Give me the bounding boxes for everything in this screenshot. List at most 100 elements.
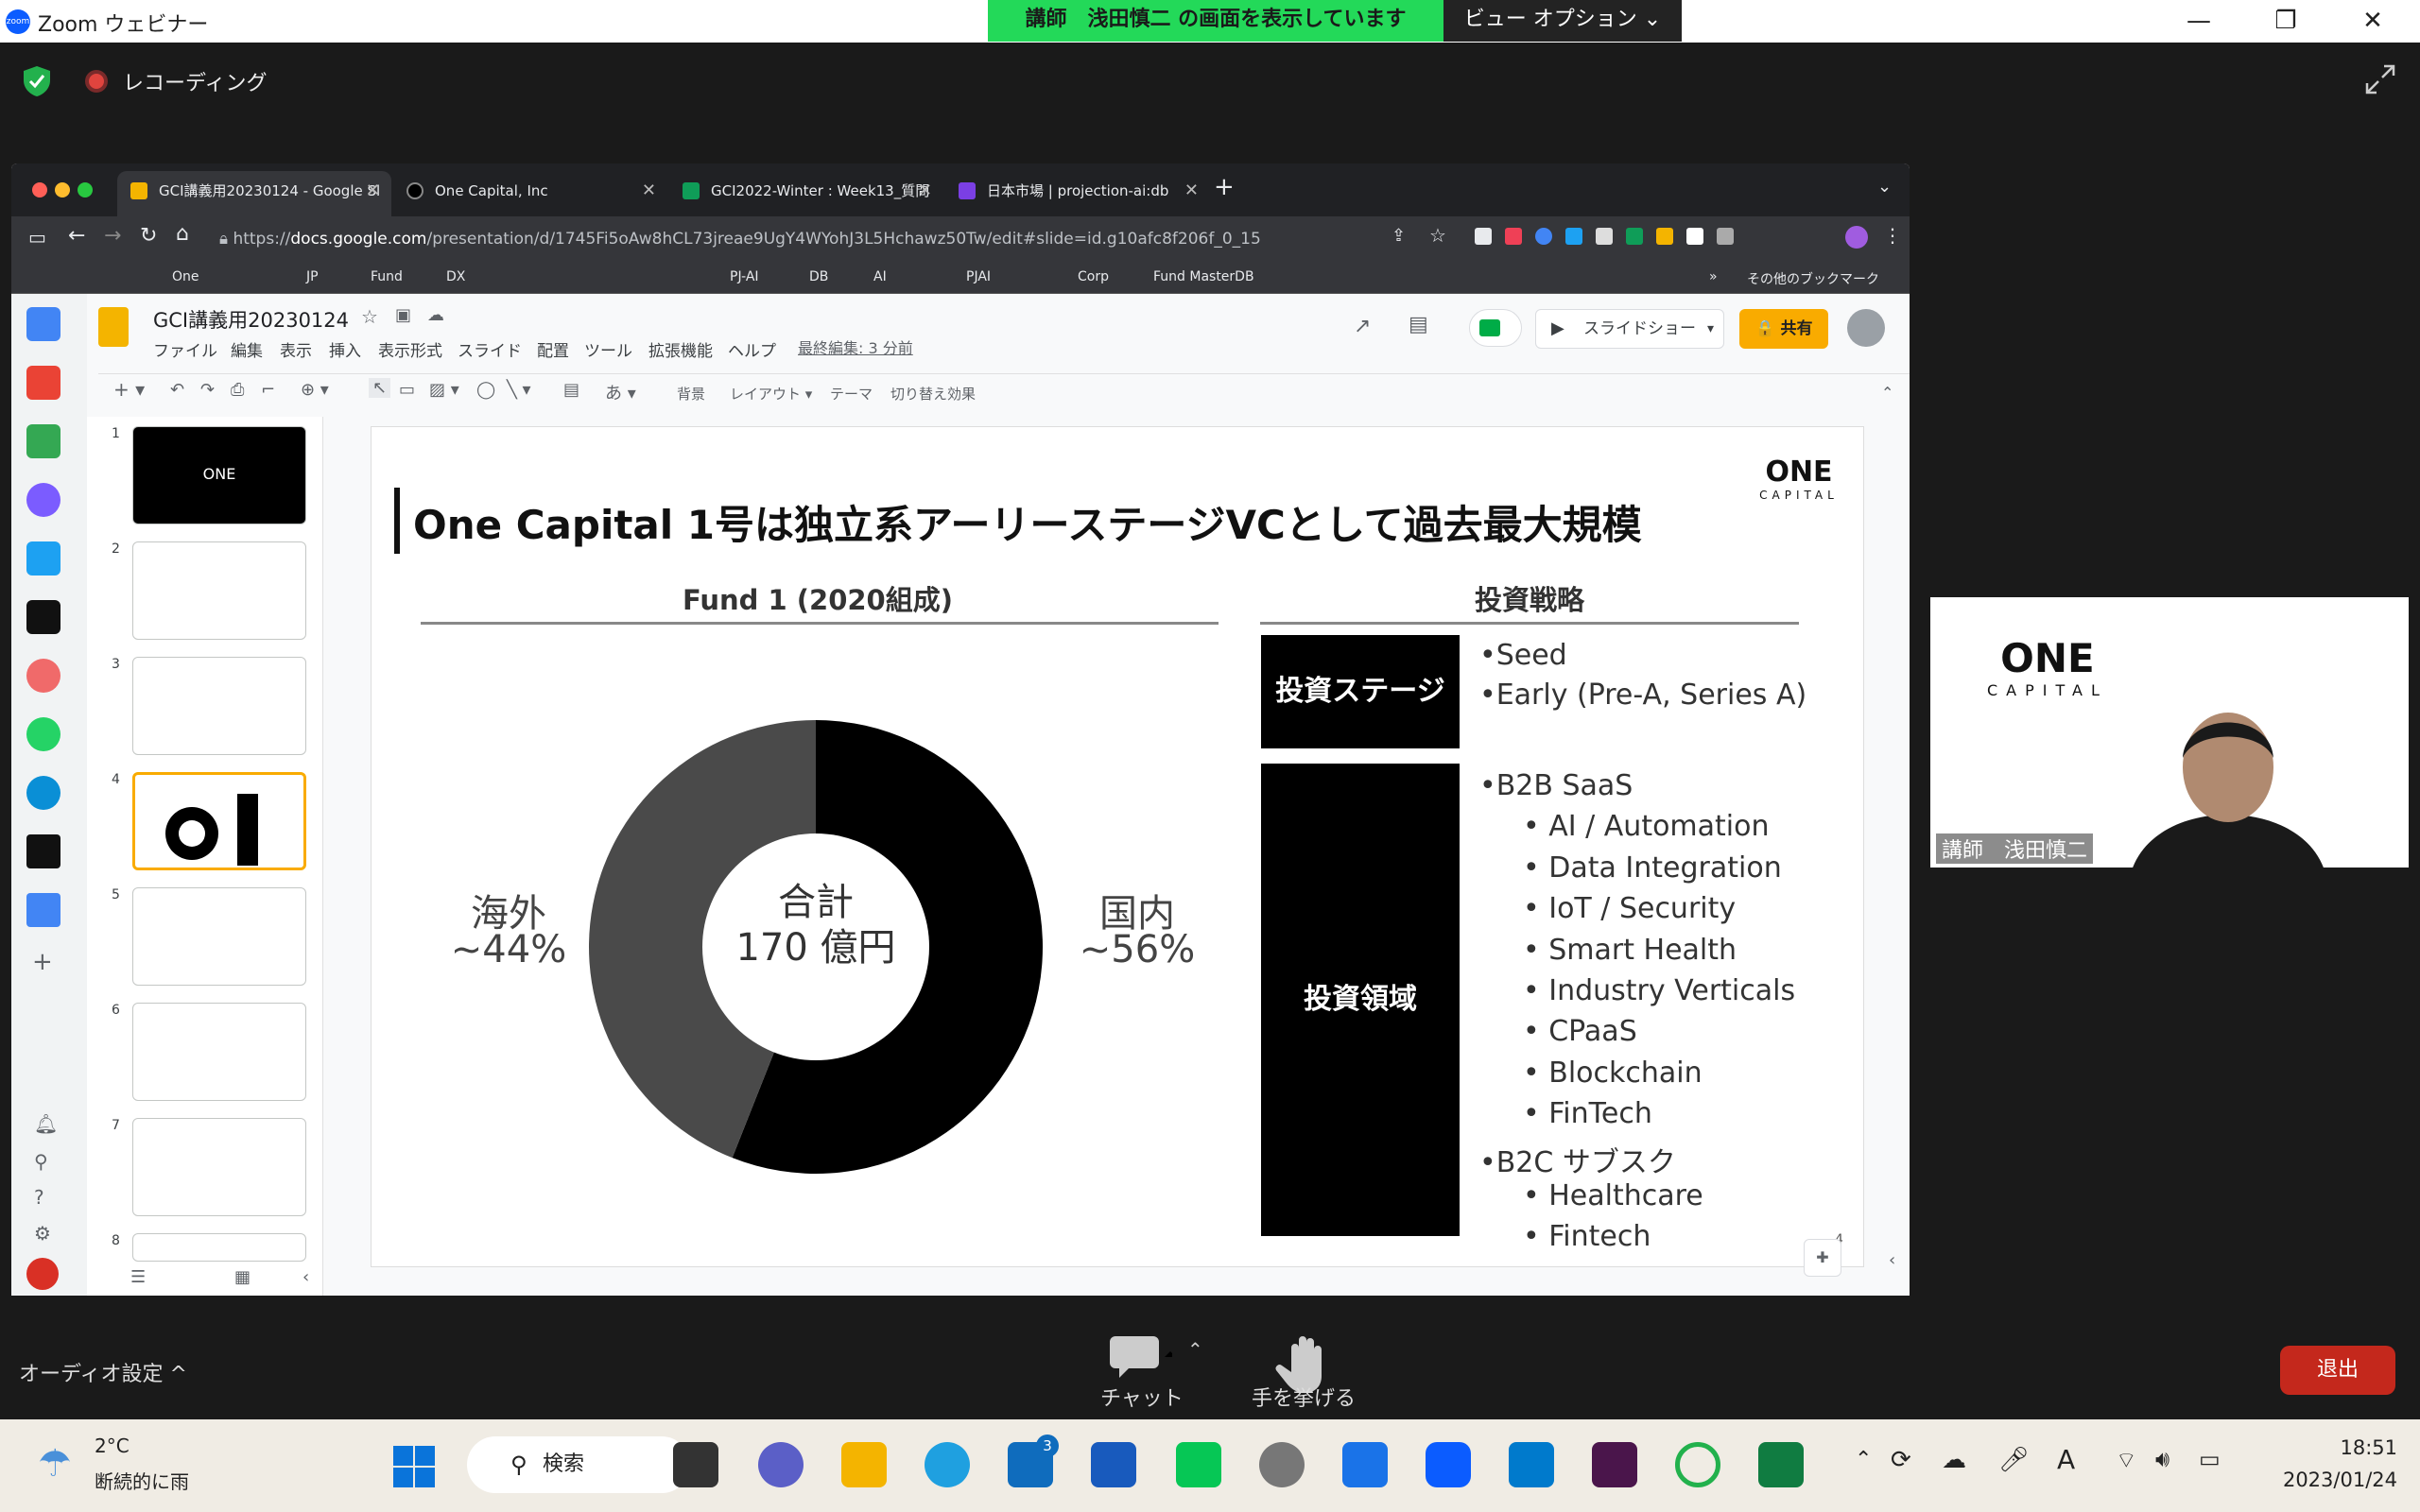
- bookmark-item[interactable]: JP: [306, 269, 319, 284]
- taskbar-search[interactable]: ⚲ 検索: [467, 1436, 690, 1493]
- tab-close-icon[interactable]: ✕: [918, 171, 932, 211]
- redo-icon[interactable]: ↷: [200, 380, 215, 400]
- slides-logo-icon[interactable]: [98, 307, 129, 347]
- slide-thumbnail[interactable]: ONE: [132, 426, 306, 524]
- bookmarks-overflow-icon[interactable]: »: [1709, 269, 1718, 284]
- slide-thumbnail-selected[interactable]: [132, 772, 306, 870]
- k-app-icon[interactable]: [26, 834, 60, 868]
- menu-help[interactable]: ヘルプ: [728, 337, 776, 361]
- clock-time[interactable]: 18:51: [2314, 1436, 2397, 1459]
- paint-format-icon[interactable]: ⌐: [261, 380, 275, 400]
- line-icon[interactable]: [1176, 1442, 1221, 1487]
- minimize-window-dot[interactable]: [55, 182, 70, 198]
- app-icon[interactable]: [1342, 1442, 1388, 1487]
- slide-thumbnail[interactable]: [132, 1003, 306, 1101]
- text-box-icon[interactable]: ▭: [399, 380, 415, 400]
- bookmark-item[interactable]: Corp: [1078, 269, 1109, 284]
- toolbar-background[interactable]: 背景: [677, 384, 705, 404]
- slack-icon[interactable]: [1592, 1442, 1637, 1487]
- word-icon[interactable]: [1091, 1442, 1136, 1487]
- menu-edit[interactable]: 編集: [231, 337, 263, 361]
- docs-icon[interactable]: [26, 893, 60, 927]
- bookmark-item[interactable]: PJAI: [966, 269, 991, 284]
- menu-insert[interactable]: 挿入: [329, 337, 361, 361]
- windows-start-icon[interactable]: [391, 1444, 437, 1489]
- share-button[interactable]: 🔒 共有: [1739, 309, 1828, 349]
- excel-icon[interactable]: [1758, 1442, 1804, 1487]
- bookmark-item[interactable]: Fund: [371, 269, 403, 284]
- slide-thumbnail[interactable]: [132, 1118, 306, 1216]
- new-slide-icon[interactable]: + ▾: [113, 378, 145, 401]
- last-edit-link[interactable]: 最終編集: 3 分前: [798, 335, 913, 358]
- reload-icon[interactable]: ↻: [140, 224, 157, 248]
- battery-icon[interactable]: ▭: [2199, 1446, 2221, 1472]
- bookmark-item[interactable]: DB: [809, 269, 828, 284]
- menu-file[interactable]: ファイル: [153, 337, 217, 361]
- account-avatar[interactable]: [1847, 309, 1885, 347]
- menu-slide[interactable]: スライド: [458, 337, 522, 361]
- document-title[interactable]: GCI講義用20230124: [153, 305, 349, 334]
- explore-icon[interactable]: ✚: [1804, 1239, 1841, 1277]
- menu-arrange[interactable]: 配置: [537, 337, 569, 361]
- task-view-icon[interactable]: [673, 1442, 718, 1487]
- twitter-icon[interactable]: [26, 541, 60, 576]
- slideshow-button[interactable]: ▶ スライドショー ▾: [1535, 309, 1724, 349]
- weather-temperature[interactable]: 2°C: [95, 1435, 130, 1457]
- bookmark-item[interactable]: One: [172, 269, 199, 284]
- zoom-window-dot[interactable]: [78, 182, 93, 198]
- input-method-icon[interactable]: A: [2057, 1444, 2075, 1475]
- address-bar[interactable]: 🔒︎ https://docs.google.com/presentation/…: [219, 224, 1373, 254]
- calendar-icon[interactable]: [26, 307, 60, 341]
- home-icon[interactable]: ⌂: [176, 222, 189, 246]
- rain-weather-icon[interactable]: ☂: [38, 1442, 72, 1486]
- chat-label[interactable]: チャット: [1100, 1382, 1184, 1412]
- tab-list-chevron-icon[interactable]: ⌄: [1877, 177, 1892, 197]
- slide-canvas[interactable]: One Capital 1号は独立系アーリーステージVCとして過去最大規模 ON…: [371, 426, 1864, 1267]
- move-folder-icon[interactable]: ▣: [395, 305, 411, 325]
- meet-button[interactable]: [1469, 309, 1522, 347]
- sidebar-icon[interactable]: ▭: [28, 226, 46, 249]
- security-shield-icon[interactable]: [21, 64, 53, 98]
- slide-thumbnail[interactable]: [132, 887, 306, 986]
- raise-hand-label[interactable]: 手を挙げる: [1252, 1382, 1356, 1412]
- star-icon[interactable]: ☆: [361, 305, 378, 328]
- wifi-icon[interactable]: ⌔: [2116, 1446, 2137, 1474]
- comments-icon[interactable]: ▤: [1409, 313, 1428, 336]
- side-panel-toggle-icon[interactable]: ‹: [1889, 1250, 1895, 1270]
- bookmark-item[interactable]: PJ-AI: [730, 269, 759, 284]
- tab-gci-sheet[interactable]: GCI2022-Winter : Week13_質問 ✕: [669, 171, 943, 216]
- chat-options-chevron-icon[interactable]: ⌃: [1187, 1338, 1203, 1361]
- share-page-icon[interactable]: ⇪: [1392, 226, 1406, 246]
- show-hidden-icons-chevron-icon[interactable]: ⌃: [1855, 1448, 1872, 1471]
- bookmark-item[interactable]: AI: [873, 269, 887, 284]
- app-icon[interactable]: [26, 776, 60, 810]
- fullscreen-icon[interactable]: [2363, 62, 2397, 96]
- line-icon[interactable]: ╲ ▾: [507, 380, 531, 400]
- gmail-icon[interactable]: [26, 366, 60, 400]
- profile-avatar[interactable]: [1845, 226, 1868, 249]
- tab-projection-ai[interactable]: 日本市場 | projection-ai:db ✕: [945, 171, 1210, 216]
- collapse-filmstrip-icon[interactable]: ‹: [302, 1267, 309, 1287]
- settings-gear-icon[interactable]: ⚙: [34, 1222, 51, 1245]
- menu-view[interactable]: 表示: [280, 337, 312, 361]
- zoom-icon[interactable]: ⊕ ▾: [301, 380, 329, 400]
- tab-one-capital[interactable]: One Capital, Inc ✕: [393, 171, 667, 216]
- add-comment-icon[interactable]: ▤: [563, 380, 579, 400]
- audio-settings-button[interactable]: オーディオ設定 ^: [19, 1357, 187, 1387]
- tab-close-icon[interactable]: ✕: [366, 171, 380, 211]
- volume-icon[interactable]: 🔊︎: [2155, 1446, 2169, 1472]
- edge-icon[interactable]: [925, 1442, 970, 1487]
- close-button[interactable]: ✕: [2344, 4, 2401, 38]
- view-options-button[interactable]: ビュー オプション ⌄: [1443, 0, 1682, 42]
- vscode-icon[interactable]: [1509, 1442, 1554, 1487]
- tab-close-icon[interactable]: ✕: [1184, 171, 1199, 211]
- minimize-button[interactable]: —: [2170, 4, 2227, 38]
- toolbar-theme[interactable]: テーマ: [830, 384, 873, 404]
- messenger-icon[interactable]: [26, 483, 60, 517]
- teams-chat-icon[interactable]: [758, 1442, 804, 1487]
- menu-format[interactable]: 表示形式: [378, 337, 442, 361]
- filmstrip-view-icon[interactable]: ☰: [130, 1267, 146, 1287]
- maximize-button[interactable]: ❐: [2257, 4, 2314, 38]
- zoom-taskbar-icon[interactable]: [1426, 1442, 1471, 1487]
- settings-icon[interactable]: [1259, 1442, 1305, 1487]
